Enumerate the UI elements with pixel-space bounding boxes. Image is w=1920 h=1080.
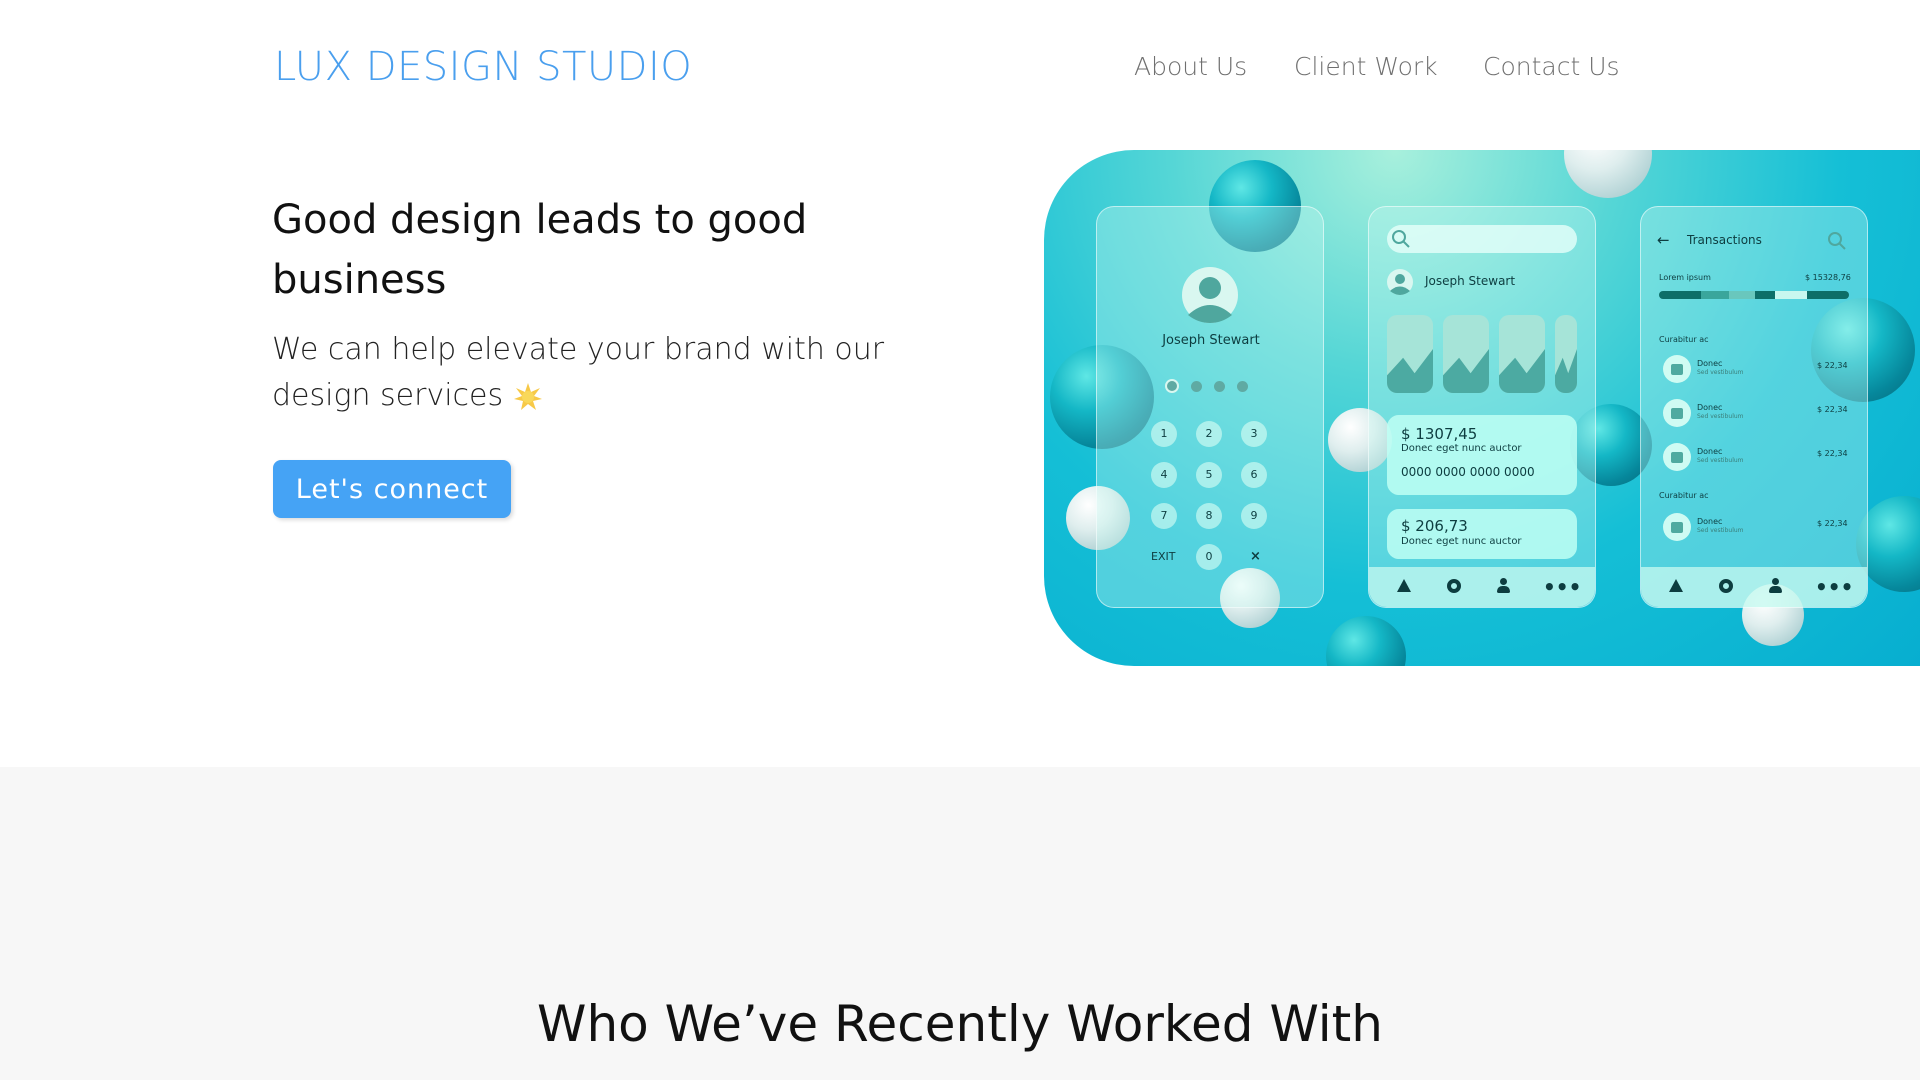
sparkle-icon — [514, 382, 543, 410]
key-exit[interactable]: EXIT — [1151, 550, 1175, 563]
shopping-bag-icon — [1663, 443, 1691, 471]
transaction-amount: $ 22,34 — [1817, 449, 1848, 458]
balance-card[interactable]: $ 206,73 Donec eget nunc auctor — [1387, 509, 1577, 559]
back-arrow-icon[interactable]: ← — [1657, 231, 1670, 249]
summary-progress-bar — [1659, 291, 1849, 299]
transaction-title: Donec — [1697, 359, 1723, 368]
summary-value: $ 15328,76 — [1805, 273, 1851, 282]
key-0[interactable]: 0 — [1196, 544, 1222, 570]
user-icon[interactable] — [1769, 578, 1782, 594]
transaction-subtitle: Sed vestibulum — [1697, 413, 1744, 420]
teal-sphere — [1326, 616, 1406, 666]
home-icon[interactable] — [1397, 579, 1411, 592]
avatar-icon — [1387, 269, 1413, 295]
photo-thumbnail — [1555, 315, 1577, 393]
transaction-subtitle: Sed vestibulum — [1697, 527, 1744, 534]
avatar-icon — [1182, 267, 1238, 323]
transaction-subtitle: Sed vestibulum — [1697, 369, 1744, 376]
transaction-amount: $ 22,34 — [1817, 361, 1848, 370]
record-icon[interactable] — [1719, 579, 1733, 593]
search-icon[interactable] — [1827, 231, 1847, 251]
card-number: 0000 0000 0000 0000 — [1401, 465, 1535, 479]
card-description: Donec eget nunc auctor — [1401, 443, 1522, 454]
key-9[interactable]: 9 — [1241, 503, 1267, 529]
nav-contact-us[interactable]: Contact Us — [1483, 52, 1620, 81]
hero-title: Good design leads to good business — [272, 197, 808, 303]
transaction-amount: $ 22,34 — [1817, 519, 1848, 528]
key-delete[interactable]: × — [1250, 549, 1261, 564]
nav-about-us[interactable]: About Us — [1134, 52, 1247, 81]
more-icon[interactable]: ••• — [1815, 575, 1853, 599]
transaction-row[interactable]: Donec Sed vestibulum $ 22,34 — [1641, 443, 1869, 473]
key-4[interactable]: 4 — [1151, 462, 1177, 488]
home-icon[interactable] — [1669, 579, 1683, 592]
phone-transactions-screen: ← Transactions Lorem ipsum $ 15328,76 Cu… — [1640, 206, 1868, 608]
phone-pin-screen: Joseph Stewart 1 2 3 4 5 6 7 8 9 EXIT 0 … — [1096, 206, 1324, 608]
photo-thumbnail — [1443, 315, 1489, 393]
phone-tab-bar: ••• — [1369, 567, 1595, 607]
hero-subtitle-text: We can help elevate your brand with our … — [272, 332, 885, 413]
transaction-title: Donec — [1697, 517, 1723, 526]
phone-tab-bar: ••• — [1641, 567, 1867, 607]
phone-wallet-screen: Joseph Stewart $ 1307,45 Donec eget nunc… — [1368, 206, 1596, 608]
key-3[interactable]: 3 — [1241, 421, 1267, 447]
transaction-title: Donec — [1697, 403, 1723, 412]
group-label: Curabitur ac — [1659, 335, 1709, 344]
card-description: Donec eget nunc auctor — [1401, 536, 1522, 547]
clients-heading: Who We’ve Recently Worked With — [537, 995, 1383, 1053]
nav-client-work[interactable]: Client Work — [1294, 52, 1438, 81]
transaction-row[interactable]: Donec Sed vestibulum $ 22,34 — [1641, 355, 1869, 385]
transaction-amount: $ 22,34 — [1817, 405, 1848, 414]
key-1[interactable]: 1 — [1151, 421, 1177, 447]
transaction-row[interactable]: Donec Sed vestibulum $ 22,34 — [1641, 513, 1869, 543]
lets-connect-button[interactable]: Let's connect — [273, 460, 511, 518]
screen-title: Transactions — [1687, 233, 1762, 247]
user-icon[interactable] — [1497, 578, 1510, 594]
more-icon[interactable]: ••• — [1543, 575, 1581, 599]
search-bar[interactable] — [1387, 225, 1577, 253]
hero-illustration: Joseph Stewart 1 2 3 4 5 6 7 8 9 EXIT 0 … — [1044, 150, 1920, 666]
hero-subtitle: We can help elevate your brand with our … — [272, 327, 912, 419]
brand-logo[interactable]: LUX DESIGN STUDIO — [274, 44, 692, 90]
transaction-title: Donec — [1697, 447, 1723, 456]
summary-label: Lorem ipsum — [1659, 273, 1711, 282]
card-amount: $ 206,73 — [1401, 517, 1468, 535]
pin-dots — [1165, 379, 1265, 393]
transaction-row[interactable]: Donec Sed vestibulum $ 22,34 — [1641, 399, 1869, 429]
record-icon[interactable] — [1447, 579, 1461, 593]
pearl-sphere — [1564, 150, 1652, 198]
key-8[interactable]: 8 — [1196, 503, 1222, 529]
key-2[interactable]: 2 — [1196, 421, 1222, 447]
shopping-bag-icon — [1663, 355, 1691, 383]
photo-thumbnail — [1387, 315, 1433, 393]
balance-card[interactable]: $ 1307,45 Donec eget nunc auctor 0000 00… — [1387, 415, 1577, 495]
search-icon — [1392, 230, 1410, 248]
profile-name: Joseph Stewart — [1162, 333, 1260, 348]
key-5[interactable]: 5 — [1196, 462, 1222, 488]
photo-thumbnail — [1499, 315, 1545, 393]
profile-name: Joseph Stewart — [1425, 274, 1516, 288]
group-label: Curabitur ac — [1659, 491, 1709, 500]
key-6[interactable]: 6 — [1241, 462, 1267, 488]
key-7[interactable]: 7 — [1151, 503, 1177, 529]
card-amount: $ 1307,45 — [1401, 425, 1478, 443]
shopping-bag-icon — [1663, 513, 1691, 541]
transaction-subtitle: Sed vestibulum — [1697, 457, 1744, 464]
shopping-bag-icon — [1663, 399, 1691, 427]
